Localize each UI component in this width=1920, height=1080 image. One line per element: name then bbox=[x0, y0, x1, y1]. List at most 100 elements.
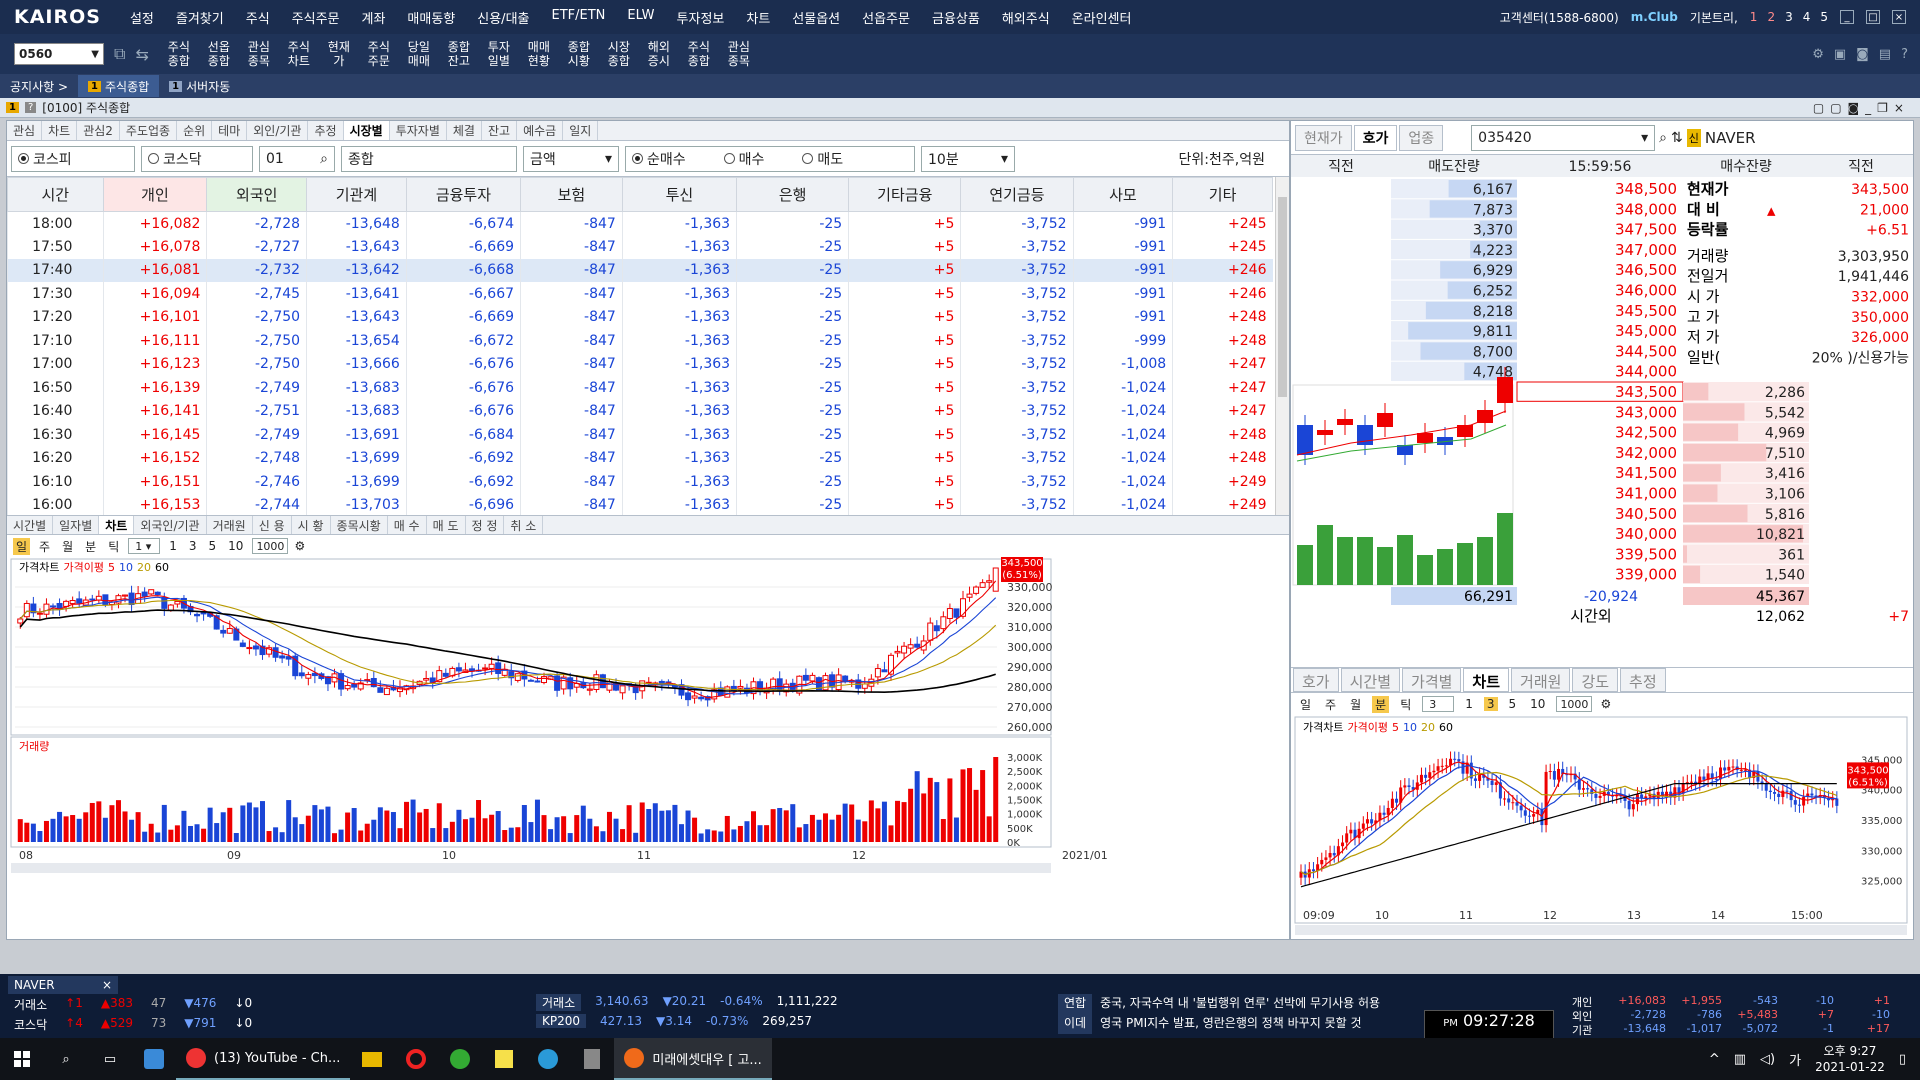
ask-row[interactable]: 9,811 345,000 bbox=[1391, 321, 1683, 341]
column-header[interactable]: 시간 bbox=[7, 177, 104, 212]
chart-tab[interactable]: 매 수 bbox=[388, 516, 427, 534]
minute-select[interactable]: 3 bbox=[1422, 696, 1455, 712]
sort-icon[interactable]: ⇅ bbox=[1671, 130, 1683, 146]
sector-code-input[interactable]: 01 ⌕ bbox=[259, 145, 335, 172]
menu-item[interactable]: ETF/ETN bbox=[541, 8, 617, 27]
toolbar-button[interactable]: 투자 일별 bbox=[479, 40, 519, 68]
quote-tab[interactable]: 현재가 bbox=[1295, 124, 1352, 151]
chart-tab[interactable]: 시 황 bbox=[292, 516, 331, 534]
workspace-button[interactable]: 5 bbox=[1820, 10, 1828, 24]
chart-tab[interactable]: 차트 bbox=[99, 516, 135, 534]
lower-tab[interactable]: 차트 bbox=[1463, 668, 1510, 692]
windows-start-icon[interactable] bbox=[0, 1038, 44, 1080]
toolbar-button[interactable]: 종합 잔고 bbox=[439, 40, 479, 68]
scroll-thumb[interactable] bbox=[1278, 197, 1287, 397]
menu-item[interactable]: 금융상품 bbox=[921, 8, 991, 27]
toolbar-button[interactable]: 주식 주문 bbox=[359, 40, 399, 68]
table-row[interactable]: 18:00 +16,082 -2,728 -13,648 -6,674 -847 -1,36… bbox=[7, 211, 1273, 235]
taskbar-trading-app[interactable]: 미래에셋대우 [ 고... bbox=[614, 1038, 772, 1080]
subtab[interactable]: 투자자별 bbox=[390, 121, 447, 140]
quote-tab[interactable]: 호가 bbox=[1353, 124, 1398, 151]
period-button[interactable]: 주 bbox=[1322, 696, 1339, 713]
chart-tab[interactable]: 정 정 bbox=[466, 516, 505, 534]
toolbar-button[interactable]: 관심 종목 bbox=[719, 40, 759, 68]
workspace-button[interactable]: 2 bbox=[1767, 10, 1775, 24]
search-icon[interactable]: ⌕ bbox=[44, 1038, 88, 1080]
toolbar-button[interactable]: 매매 현황 bbox=[519, 40, 559, 68]
period-button[interactable]: 주 bbox=[36, 538, 53, 555]
bid-row[interactable]: 339,000 1,540 bbox=[1517, 564, 1809, 584]
news-ticker[interactable]: 연합 중국, 자국수역 내 '불법행위 연루' 선박에 무기사용 허용 이데 영국 … bbox=[1058, 994, 1424, 1034]
opera-icon[interactable] bbox=[394, 1038, 438, 1080]
column-header[interactable]: 외국인 bbox=[206, 177, 308, 212]
ask-row[interactable]: 6,929 346,500 bbox=[1391, 260, 1683, 280]
interval-select[interactable]: 10분 ▾ bbox=[921, 145, 1015, 172]
search-icon[interactable]: ⌕ bbox=[1659, 130, 1667, 146]
bid-row[interactable]: 343,000 5,542 bbox=[1517, 402, 1809, 422]
amount-select[interactable]: 금액 ▾ bbox=[523, 145, 619, 172]
subtab[interactable]: 외인/기관 bbox=[247, 121, 309, 140]
lock-icon[interactable]: ▣ bbox=[1834, 47, 1846, 62]
chart-tab[interactable]: 일자별 bbox=[53, 516, 100, 534]
menu-item[interactable]: 선옵주문 bbox=[851, 8, 921, 27]
menu-item[interactable]: 투자정보 bbox=[666, 8, 736, 27]
column-header[interactable]: 사모 bbox=[1072, 177, 1174, 212]
menu-item[interactable]: 주식주문 bbox=[281, 8, 351, 27]
minute-button[interactable]: 3 bbox=[186, 539, 200, 553]
table-scrollbar[interactable] bbox=[1275, 177, 1289, 515]
notification-icon[interactable]: ▯ bbox=[1899, 1052, 1906, 1067]
calculator-icon[interactable] bbox=[570, 1038, 614, 1080]
ask-row[interactable]: 8,700 344,500 bbox=[1391, 341, 1683, 361]
ask-row[interactable]: 8,218 345,500 bbox=[1391, 300, 1683, 321]
period-button[interactable]: 분 bbox=[1372, 695, 1390, 713]
bar-count-input[interactable]: 1000 bbox=[252, 538, 289, 554]
subtab[interactable]: 잔고 bbox=[482, 121, 518, 140]
lower-tab[interactable]: 가격별 bbox=[1402, 668, 1462, 692]
toolbar-button[interactable]: 시장 종합 bbox=[599, 40, 639, 68]
minimize-icon[interactable]: _ bbox=[1840, 10, 1854, 24]
subtab[interactable]: 테마 bbox=[212, 121, 248, 140]
table-row[interactable]: 16:30 +16,145 -2,749 -13,691 -6,684 -847 -1,36… bbox=[7, 423, 1273, 447]
table-row[interactable]: 17:10 +16,111 -2,750 -13,654 -6,672 -847 -1,36… bbox=[7, 329, 1273, 353]
table-row[interactable]: 17:50 +16,078 -2,727 -13,643 -6,669 -847 -1,36… bbox=[7, 235, 1273, 259]
notice-link[interactable]: 공지사항 > bbox=[0, 75, 78, 97]
subtab[interactable]: 시장별 bbox=[343, 121, 390, 140]
column-header[interactable]: 개인 bbox=[102, 177, 208, 212]
lower-tab[interactable]: 강도 bbox=[1572, 668, 1619, 692]
close-icon[interactable]: × bbox=[1892, 10, 1906, 24]
menu-item[interactable]: 즐겨찾기 bbox=[165, 8, 235, 27]
settings-icon[interactable]: ⚙ bbox=[294, 539, 305, 553]
menu-item[interactable]: 설정 bbox=[119, 8, 165, 27]
bid-row[interactable]: 339,500 361 bbox=[1517, 544, 1809, 564]
subtab[interactable]: 관심 bbox=[7, 121, 43, 140]
buy-radio[interactable]: 매수 bbox=[723, 149, 764, 169]
minute-button[interactable]: 10 bbox=[1527, 697, 1548, 711]
ask-row[interactable]: 6,252 346,000 bbox=[1391, 280, 1683, 300]
workspace-button[interactable]: 1 bbox=[1750, 10, 1758, 24]
chart-tab[interactable]: 거래원 bbox=[207, 516, 253, 534]
toolbar-button[interactable]: 관심 종목 bbox=[239, 40, 279, 68]
table-row[interactable]: 17:30 +16,094 -2,745 -13,641 -6,667 -847 -1,36… bbox=[7, 282, 1273, 306]
minute-button[interactable]: 3 bbox=[1483, 697, 1498, 711]
workspace-button[interactable]: 3 bbox=[1785, 10, 1793, 24]
ask-row[interactable]: 3,370 347,500 bbox=[1391, 219, 1683, 239]
ask-row[interactable]: 4,223 347,000 bbox=[1391, 239, 1683, 260]
subtab[interactable]: 일지 bbox=[563, 121, 599, 140]
swap-icon[interactable]: ⇆ bbox=[135, 45, 148, 64]
lower-tab[interactable]: 호가 bbox=[1293, 668, 1339, 692]
system-clock[interactable]: 오후 9:27 2021-01-22 bbox=[1815, 1043, 1885, 1075]
subtab[interactable]: 예수금 bbox=[517, 121, 564, 140]
minute-button[interactable]: 5 bbox=[206, 539, 220, 553]
minute-button[interactable]: 10 bbox=[225, 539, 246, 553]
close-icon[interactable]: × bbox=[102, 978, 112, 992]
chart-tab[interactable]: 신 용 bbox=[253, 516, 292, 534]
column-header[interactable]: 기관계 bbox=[306, 177, 407, 212]
period-count-select[interactable]: 1 ▾ bbox=[128, 538, 161, 554]
bid-row[interactable]: 343,500 2,286 bbox=[1516, 381, 1809, 402]
chart-scrollbar[interactable] bbox=[1295, 925, 1907, 935]
tab-server-auto[interactable]: 1 서버자동 bbox=[159, 75, 240, 97]
kosdaq-radio[interactable]: 코스닥 bbox=[141, 145, 253, 172]
bar-count-input[interactable]: 1000 bbox=[1556, 696, 1593, 712]
customer-center-link[interactable]: 고객센터(1588-6800) bbox=[1500, 9, 1619, 26]
lower-tab[interactable]: 시간별 bbox=[1340, 668, 1401, 692]
